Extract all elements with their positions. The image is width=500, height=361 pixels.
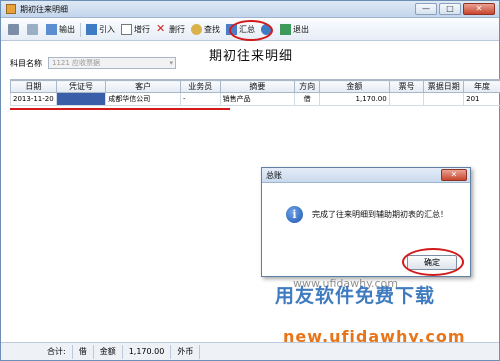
window-controls: — □ ✕ — [415, 3, 495, 15]
status-bar: 合计: 借 金额 1,170.00 外币 — [1, 342, 499, 360]
table-header-row: 日期 凭证号 客户 业务员 摘要 方向 金额 票号 票据日期 年度 — [10, 80, 500, 93]
cell-bill-date[interactable] — [423, 92, 465, 106]
delete-row-button[interactable]: ✕ 删行 — [153, 21, 188, 39]
summarize-highlight-circle — [229, 20, 273, 41]
col-direction[interactable]: 方向 — [294, 80, 321, 93]
info-icon: i — [286, 206, 303, 223]
chevron-down-icon: ▾ — [169, 59, 173, 67]
status-direction: 借 — [73, 344, 94, 359]
cell-voucher[interactable] — [55, 92, 107, 106]
status-amount-label: 金额 — [94, 344, 123, 359]
export-label: 输出 — [59, 25, 75, 34]
delete-row-label: 删行 — [169, 25, 185, 34]
col-bill-date[interactable]: 票据日期 — [423, 80, 465, 93]
print-button[interactable] — [5, 21, 24, 39]
col-salesperson[interactable]: 业务员 — [179, 80, 221, 93]
subject-select[interactable]: 1121 应收票据 ▾ — [48, 57, 176, 69]
status-total-label: 合计: — [41, 344, 73, 359]
exit-label: 退出 — [293, 25, 309, 34]
title-bar: 期初往来明细 — □ ✕ — [1, 1, 499, 18]
highlight-underline — [10, 108, 230, 110]
import-button[interactable]: 引入 — [83, 21, 118, 39]
subject-label: 科目名称 — [10, 58, 42, 68]
minimize-button[interactable]: — — [415, 3, 437, 15]
watermark-cn: 用友软件免费下载 — [275, 285, 436, 307]
find-icon — [191, 24, 202, 35]
export-button[interactable]: 输出 — [43, 21, 78, 39]
cell-customer[interactable]: 成都华信公司 — [105, 92, 181, 106]
status-amount: 1,170.00 — [123, 344, 172, 359]
cell-summary[interactable]: 销售产品 — [219, 92, 296, 106]
toolbar-separator — [80, 22, 81, 37]
add-row-icon — [121, 24, 132, 35]
subject-row: 科目名称 1121 应收票据 ▾ — [10, 57, 176, 69]
dialog-message: 完成了往来明细到辅助期初表的汇总！ — [312, 210, 448, 219]
add-row-button[interactable]: 增行 — [118, 21, 153, 39]
dialog-close-button[interactable]: ✕ — [441, 169, 467, 181]
col-date[interactable]: 日期 — [10, 80, 57, 93]
app-icon — [6, 4, 16, 14]
preview-icon — [27, 24, 38, 35]
col-bill-no[interactable]: 票号 — [388, 80, 425, 93]
dialog-title-bar: 总账 — [262, 168, 470, 183]
export-icon — [46, 24, 57, 35]
col-voucher[interactable]: 凭证号 — [55, 80, 107, 93]
cell-direction[interactable]: 借 — [294, 92, 321, 106]
col-amount[interactable]: 金额 — [319, 80, 390, 93]
find-button[interactable]: 查找 — [188, 21, 223, 39]
subject-value: 1121 应收票据 — [52, 59, 101, 67]
cell-salesperson[interactable]: - — [179, 92, 221, 106]
window-title: 期初往来明细 — [20, 4, 68, 14]
maximize-button[interactable]: □ — [439, 3, 461, 15]
col-year[interactable]: 年度 — [463, 80, 500, 93]
delete-icon: ✕ — [156, 22, 166, 35]
add-row-label: 增行 — [134, 25, 150, 34]
dialog-title: 总账 — [266, 170, 282, 180]
message-dialog: 总账 ✕ i 完成了往来明细到辅助期初表的汇总！ 确定 — [261, 167, 471, 277]
cell-bill-no[interactable] — [388, 92, 425, 106]
find-label: 查找 — [204, 25, 220, 34]
col-summary[interactable]: 摘要 — [219, 80, 296, 93]
ok-highlight-circle — [402, 248, 464, 276]
import-label: 引入 — [99, 25, 115, 34]
cell-date[interactable]: 2013-11-20 — [10, 92, 57, 106]
detail-table: 日期 凭证号 客户 业务员 摘要 方向 金额 票号 票据日期 年度 2013-1… — [10, 80, 500, 106]
preview-button[interactable] — [24, 21, 43, 39]
exit-icon — [280, 24, 291, 35]
cell-year[interactable]: 201 — [463, 92, 500, 106]
exit-button[interactable]: 退出 — [277, 21, 312, 39]
col-customer[interactable]: 客户 — [105, 80, 181, 93]
close-button[interactable]: ✕ — [463, 3, 495, 15]
status-currency: 外币 — [171, 344, 201, 359]
cell-amount[interactable]: 1,170.00 — [319, 92, 390, 106]
table-row[interactable]: 2013-11-20 成都华信公司 - 销售产品 借 1,170.00 201 — [10, 92, 500, 106]
import-icon — [86, 24, 97, 35]
print-icon — [8, 24, 19, 35]
main-window: 期初往来明细 — □ ✕ 输出 引入 增行 ✕ 删行 查找 汇总 退出 期初往来明… — [0, 0, 500, 361]
